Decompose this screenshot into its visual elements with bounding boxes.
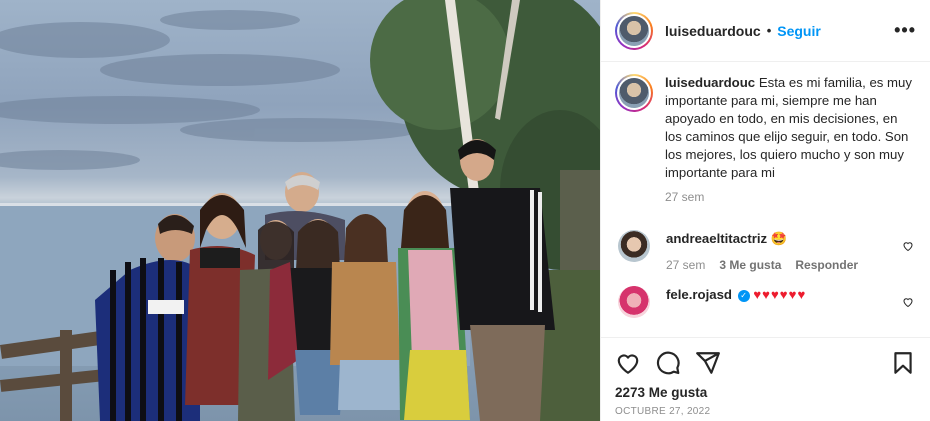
commenter-username[interactable]: andreaeltitactriz bbox=[666, 231, 767, 246]
comment-text: fele.rojasd ✓ ♥♥♥♥♥♥ bbox=[666, 286, 806, 304]
bookmark-icon[interactable] bbox=[890, 350, 916, 376]
post-sidebar: luiseduardouc • Seguir ••• luiseduardouc… bbox=[600, 0, 930, 421]
comment-meta: 27 sem 3 Me gusta Responder bbox=[666, 258, 858, 272]
comment-like-heart-icon[interactable] bbox=[902, 240, 914, 252]
post-date: OCTUBRE 27, 2022 bbox=[615, 406, 711, 417]
comment-text: andreaeltitactriz 🤩 bbox=[666, 230, 858, 248]
post-actions: 2273 Me gusta OCTUBRE 27, 2022 bbox=[601, 337, 930, 421]
more-options-icon[interactable]: ••• bbox=[894, 20, 916, 41]
comment-likes[interactable]: 3 Me gusta bbox=[719, 258, 781, 272]
author-username[interactable]: luiseduardouc bbox=[665, 23, 761, 39]
share-icon[interactable] bbox=[695, 350, 721, 376]
comment-item: fele.rojasd ✓ ♥♥♥♥♥♥ bbox=[615, 286, 916, 318]
post-header: luiseduardouc • Seguir ••• bbox=[601, 0, 930, 62]
commenter-username[interactable]: fele.rojasd bbox=[666, 287, 732, 302]
comment-item: andreaeltitactriz 🤩 27 sem 3 Me gusta Re… bbox=[615, 230, 916, 272]
separator-dot: • bbox=[766, 23, 772, 38]
heart-icon[interactable] bbox=[615, 350, 641, 376]
commenter-avatar[interactable] bbox=[618, 286, 650, 318]
comments-list[interactable]: luiseduardouc Esta es mi familia, es muy… bbox=[601, 62, 930, 337]
reply-button[interactable]: Responder bbox=[795, 258, 858, 272]
post-photo[interactable] bbox=[0, 0, 600, 421]
comment-hearts: ♥♥♥♥♥♥ bbox=[753, 287, 807, 302]
caption-username[interactable]: luiseduardouc bbox=[665, 75, 755, 90]
verified-badge-icon: ✓ bbox=[737, 289, 750, 302]
post-modal: luiseduardouc • Seguir ••• luiseduardouc… bbox=[0, 0, 930, 421]
caption-body: Esta es mi familia, es muy importante pa… bbox=[665, 75, 912, 180]
author-avatar[interactable] bbox=[615, 11, 653, 50]
post-caption: luiseduardouc Esta es mi familia, es muy… bbox=[615, 74, 916, 204]
family-photo-illustration bbox=[0, 0, 600, 421]
commenter-avatar[interactable] bbox=[618, 230, 650, 262]
comment-age: 27 sem bbox=[666, 258, 706, 272]
comment-like-heart-icon[interactable] bbox=[902, 296, 914, 308]
comment-emoji: 🤩 bbox=[770, 231, 788, 246]
comment-icon[interactable] bbox=[655, 350, 681, 376]
caption-text: luiseduardouc Esta es mi familia, es muy… bbox=[665, 74, 917, 182]
caption-age: 27 sem bbox=[665, 190, 705, 204]
likes-count[interactable]: 2273 Me gusta bbox=[615, 385, 916, 400]
caption-avatar[interactable] bbox=[615, 74, 653, 112]
follow-button[interactable]: Seguir bbox=[777, 23, 821, 39]
action-icons bbox=[615, 350, 916, 376]
